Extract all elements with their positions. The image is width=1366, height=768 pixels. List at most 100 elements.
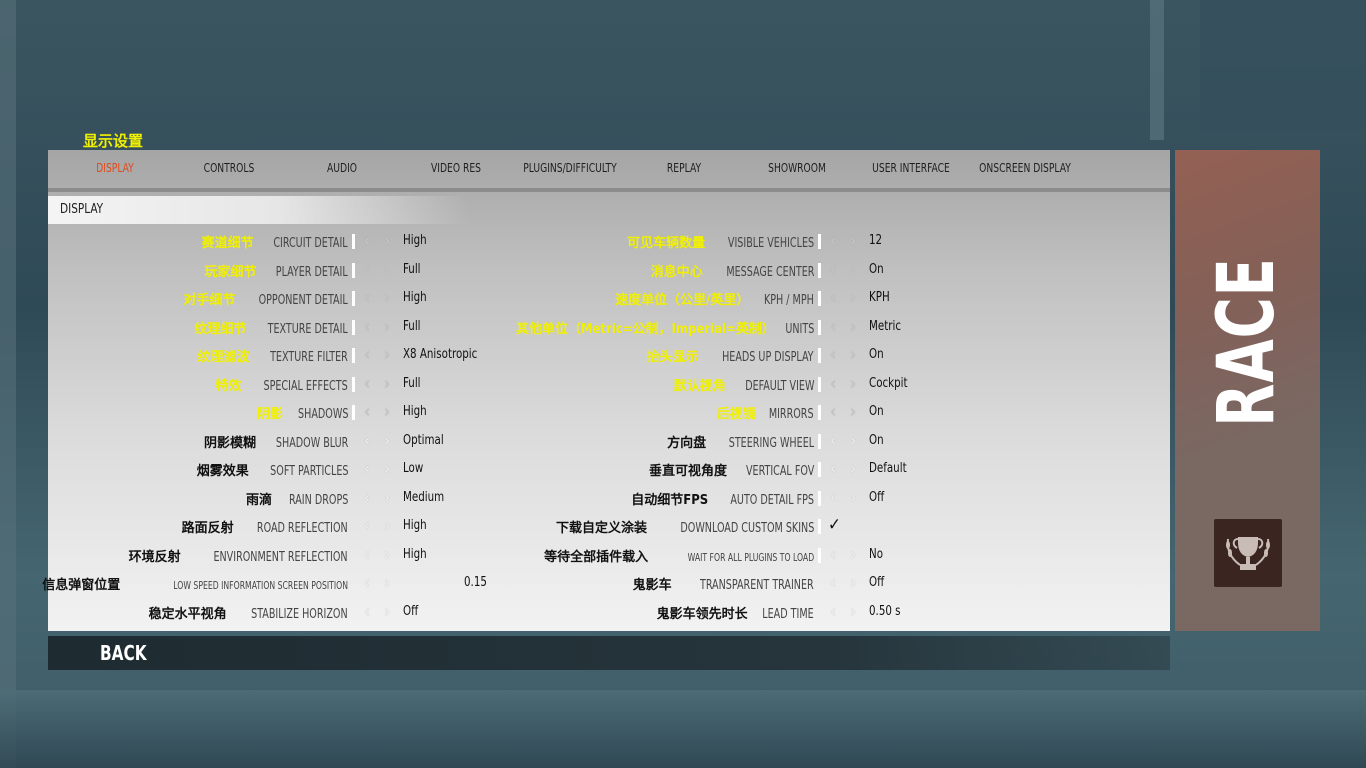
tab-user-interface[interactable]: USER INTERFACE [863, 161, 960, 175]
tab-showroom[interactable]: SHOWROOM [749, 161, 846, 175]
setting-label-cn: 鬼影车领先时长 [656, 606, 748, 622]
setting-value: On [869, 404, 884, 419]
settings-panel: DISPLAY CONTROLS AUDIO VIDEO RES PLUGINS/DIF… [42, 150, 1170, 631]
tab-controls[interactable]: CONTROLS [181, 161, 278, 175]
tab-display[interactable]: DISPLAY [67, 161, 164, 175]
tab-replay[interactable]: REPLAY [636, 161, 733, 175]
setting-label: 方向盘 STEERING WHEEL [667, 432, 814, 451]
background-shape [1200, 0, 1366, 130]
setting-row: 等待全部插件载入 WAIT FOR ALL PLUGINS TO LOAD ‹ › N… [48, 544, 1170, 566]
setting-value: Metric [869, 318, 901, 334]
arrow-left-icon[interactable]: ‹ [824, 317, 842, 337]
mode-label: RACE [1202, 257, 1292, 427]
setting-label-cn: 鬼影车 [632, 578, 672, 593]
background-floor [0, 690, 1366, 768]
arrow-left-icon[interactable]: ‹ [824, 459, 842, 479]
setting-row: 自动细节FPS AUTO DETAIL FPS ‹ › Off [48, 487, 1170, 509]
tab-bar: DISPLAY CONTROLS AUDIO VIDEO RES PLUGINS/DIF… [48, 150, 1170, 192]
setting-row: 下载自定义涂装 DOWNLOAD CUSTOM SKINS ✓ [48, 515, 1170, 537]
setting-label: 消息中心 MESSAGE CENTER [651, 261, 814, 280]
setting-value: KPH [869, 290, 890, 305]
setting-value: 0.50 s [869, 603, 901, 619]
setting-label-cn: 消息中心 [650, 264, 703, 280]
arrow-left-icon[interactable]: ‹ [824, 488, 842, 508]
trophy-icon[interactable] [1214, 519, 1282, 587]
setting-label-cn: 等待全部插件载入 [544, 549, 649, 565]
arrow-left-icon[interactable]: ‹ [824, 602, 842, 622]
arrow-right-icon[interactable]: › [844, 573, 862, 593]
setting-label: 自动细节FPS AUTO DETAIL FPS [631, 489, 814, 508]
separator-bar [818, 291, 821, 306]
arrow-left-icon[interactable]: ‹ [824, 431, 842, 451]
setting-label-cn: 方向盘 [667, 435, 707, 451]
arrow-right-icon[interactable]: › [844, 288, 862, 308]
setting-label: 默认视角 DEFAULT VIEW [674, 375, 814, 394]
setting-label-en: DOWNLOAD CUSTOM SKINS [680, 521, 814, 536]
arrow-right-icon[interactable]: › [844, 431, 862, 451]
setting-row: 方向盘 STEERING WHEEL ‹ › On [48, 430, 1170, 452]
background-stripe [1150, 0, 1164, 140]
arrow-right-icon[interactable]: › [844, 345, 862, 365]
arrow-left-icon[interactable]: ‹ [824, 374, 842, 394]
separator-bar [818, 519, 821, 534]
setting-label: 后视镜 MIRRORS [717, 403, 814, 422]
setting-value: Off [869, 489, 885, 505]
setting-label-cn: 自动细节FPS [631, 492, 709, 508]
setting-label-en: UNITS [785, 321, 814, 337]
section-title: 显示设置 [83, 132, 144, 150]
setting-value: 12 [869, 233, 883, 248]
tab-plugins-difficulty[interactable]: PLUGINS/DIFFICULTY [522, 161, 619, 175]
setting-label: 垂直可视角度 VERTICAL FOV [649, 460, 814, 479]
section-header-label: DISPLAY [60, 202, 104, 217]
setting-label-en: MESSAGE CENTER [725, 264, 814, 280]
separator-bar [818, 405, 821, 420]
section-header: DISPLAY [48, 196, 468, 224]
separator-bar [818, 262, 821, 278]
setting-label-en: HEADS UP DISPLAY [722, 350, 814, 365]
setting-value: On [869, 261, 884, 277]
arrow-left-icon[interactable]: ‹ [824, 545, 842, 565]
arrow-left-icon[interactable]: ‹ [824, 345, 842, 365]
tab-onscreen-display[interactable]: ONSCREEN DISPLAY [977, 161, 1074, 175]
arrow-left-icon[interactable]: ‹ [824, 231, 842, 251]
setting-label-cn: 其他单位（Metric=公制，Imperial=英制） [515, 321, 775, 337]
background-stripe [0, 0, 16, 768]
arrow-right-icon[interactable]: › [844, 260, 862, 280]
setting-label-en: STEERING WHEEL [728, 435, 814, 451]
arrow-right-icon[interactable]: › [844, 545, 862, 565]
separator-bar [818, 319, 821, 335]
setting-label-cn: 垂直可视角度 [649, 464, 728, 479]
separator-bar [818, 376, 821, 392]
setting-row: 可见车辆数量 VISIBLE VEHICLES ‹ › 12 [48, 230, 1170, 252]
arrow-left-icon[interactable]: ‹ [824, 288, 842, 308]
arrow-right-icon[interactable]: › [844, 402, 862, 422]
arrow-left-icon[interactable]: ‹ [824, 573, 842, 593]
tab-audio[interactable]: AUDIO [294, 161, 391, 175]
back-bar: BACK [48, 636, 1170, 670]
setting-value: On [869, 347, 884, 362]
mode-side-panel: RACE [1175, 150, 1320, 631]
checkbox-checked[interactable]: ✓ [828, 515, 841, 535]
arrow-right-icon[interactable]: › [844, 231, 862, 251]
back-button[interactable]: BACK [100, 641, 147, 665]
setting-label: 抬头显示 HEADS UP DISPLAY [647, 346, 814, 365]
setting-value: On [869, 432, 884, 448]
arrow-left-icon[interactable]: ‹ [824, 260, 842, 280]
setting-label-en: LEAD TIME [762, 606, 814, 622]
setting-value: Off [869, 575, 885, 590]
setting-label-cn: 速度单位（公里/英里） [615, 293, 750, 308]
arrow-right-icon[interactable]: › [844, 488, 862, 508]
setting-row: 消息中心 MESSAGE CENTER ‹ › On [48, 259, 1170, 281]
arrow-right-icon[interactable]: › [844, 317, 862, 337]
separator-bar [818, 348, 821, 363]
arrow-right-icon[interactable]: › [844, 602, 862, 622]
arrow-right-icon[interactable]: › [844, 459, 862, 479]
setting-label-cn: 下载自定义涂装 [555, 521, 647, 536]
setting-row: 鬼影车 TRANSPARENT TRAINER ‹ › Off [48, 572, 1170, 594]
arrow-right-icon[interactable]: › [844, 374, 862, 394]
setting-label-cn: 后视镜 [716, 407, 756, 422]
setting-row: 抬头显示 HEADS UP DISPLAY ‹ › On [48, 344, 1170, 366]
arrow-left-icon[interactable]: ‹ [824, 402, 842, 422]
separator-bar [818, 234, 821, 249]
tab-video-res[interactable]: VIDEO RES [408, 161, 505, 175]
